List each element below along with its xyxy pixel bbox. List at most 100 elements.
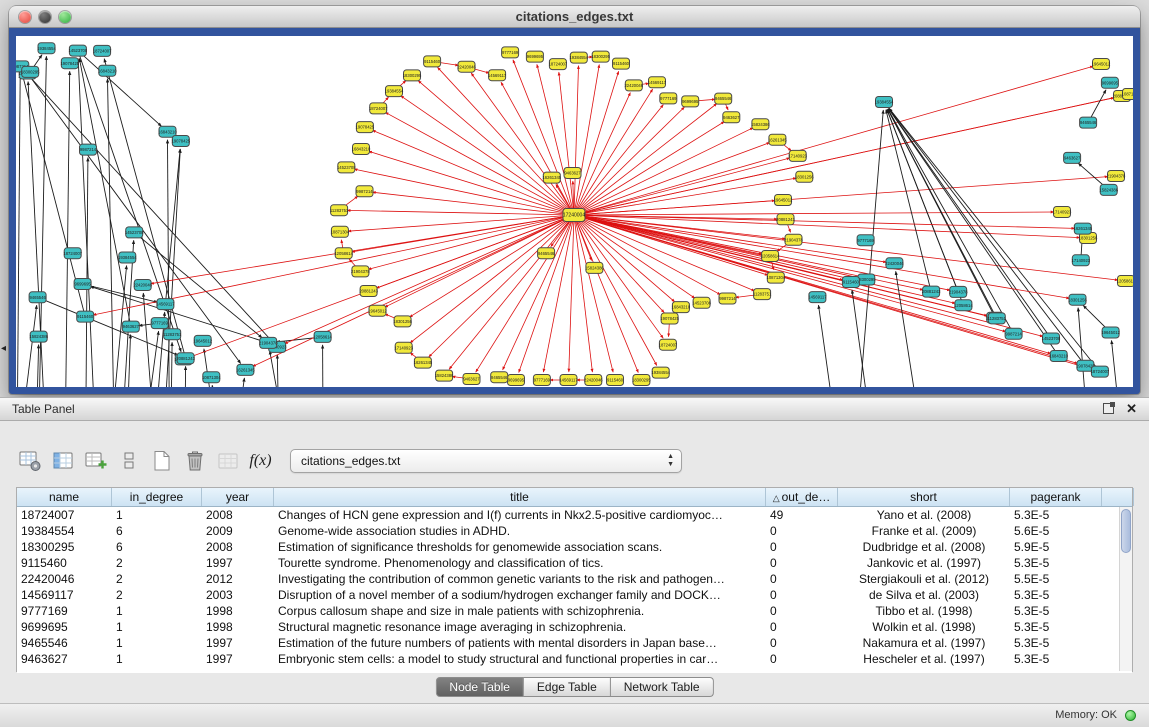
graph-edge[interactable]	[574, 215, 858, 278]
graph-edge[interactable]	[574, 178, 796, 215]
graph-edge[interactable]	[574, 215, 1118, 280]
graph-node[interactable]: 9777169	[151, 318, 168, 329]
cell[interactable]: Tourette syndrome. Phenomenology and cla…	[274, 555, 766, 571]
graph-edge[interactable]	[418, 81, 574, 215]
cell[interactable]: de Silva et al. (2003)	[838, 587, 1010, 603]
cell[interactable]: 5.3E-5	[1010, 555, 1102, 571]
graph-node[interactable]: 9987214	[1005, 328, 1022, 339]
graph-edge[interactable]	[108, 79, 115, 387]
table-mode-button[interactable]	[16, 448, 43, 475]
graph-edge[interactable]	[519, 215, 574, 373]
graph-edge[interactable]	[888, 109, 997, 318]
graph-node[interactable]: 9699695	[74, 279, 91, 290]
graph-node[interactable]: 20881243	[922, 286, 941, 297]
graph-node[interactable]: 15824386	[751, 119, 770, 130]
graph-edge[interactable]	[323, 345, 324, 387]
graph-node[interactable]: 14569117	[156, 299, 175, 310]
row-options-button[interactable]	[115, 448, 142, 475]
graph-edge[interactable]	[819, 305, 839, 387]
graph-edge[interactable]	[409, 215, 574, 317]
graph-edge[interactable]	[889, 108, 1086, 365]
graph-node[interactable]: 16261345	[1074, 223, 1093, 234]
graph-node[interactable]: 11283751	[330, 205, 349, 216]
graph-node[interactable]: 9777169	[533, 375, 550, 386]
cell[interactable]: 2003	[202, 587, 274, 603]
cell[interactable]: Estimation of the future numbers of pati…	[274, 635, 766, 651]
graph-node[interactable]: 19384554	[651, 367, 670, 378]
cell[interactable]: Corpus callosum shape and size in male p…	[274, 603, 766, 619]
cell[interactable]: 9463627	[17, 651, 112, 667]
cell[interactable]: 0	[766, 571, 838, 587]
graph-node[interactable]: 20881243	[776, 214, 795, 225]
graph-node[interactable]: 9987214	[356, 186, 373, 197]
cell[interactable]: 18724007	[17, 507, 112, 523]
graph-node[interactable]: 19384554	[385, 86, 404, 97]
cell[interactable]: 1	[112, 619, 202, 635]
close-window-button[interactable]	[19, 11, 31, 23]
graph-edge[interactable]	[574, 212, 1054, 215]
graph-node[interactable]: 19645012	[1092, 59, 1111, 70]
graph-node[interactable]: 19078425	[171, 136, 190, 147]
cell[interactable]: 1	[112, 651, 202, 667]
cell[interactable]: 0	[766, 635, 838, 651]
cell[interactable]: 9699695	[17, 619, 112, 635]
table-row[interactable]: 1938455462009Genome-wide association stu…	[17, 523, 1132, 539]
cell[interactable]: 6	[112, 523, 202, 539]
graph-node[interactable]: 9987214	[719, 293, 736, 304]
graph-node[interactable]: 14523708	[125, 227, 144, 238]
cell[interactable]: 18300295	[17, 539, 112, 555]
cell[interactable]: Nakamura et al. (1997)	[838, 635, 1010, 651]
graph-node[interactable]: 10871304	[202, 372, 221, 383]
graph-edge[interactable]	[19, 305, 36, 387]
graph-node[interactable]: 19645012	[774, 195, 793, 206]
cell[interactable]: 0	[766, 603, 838, 619]
graph-node[interactable]: 19384554	[37, 43, 56, 54]
cell[interactable]: 2008	[202, 507, 274, 523]
graph-node[interactable]: 20881243	[176, 353, 195, 364]
cell[interactable]: 2012	[202, 571, 274, 587]
cell[interactable]: Tibbo et al. (1998)	[838, 603, 1010, 619]
graph-node[interactable]: 16843210	[352, 144, 371, 155]
graph-node[interactable]: 18300295	[403, 70, 422, 81]
table-row[interactable]: 1456911722003Disruption of a novel membe…	[17, 587, 1132, 603]
cell[interactable]: 5.6E-5	[1010, 523, 1102, 539]
graph-node[interactable]: 9699695	[682, 96, 699, 107]
graph-edge[interactable]	[212, 385, 219, 387]
table-scrollbar[interactable]	[1119, 507, 1132, 671]
graph-node[interactable]: 9115460	[77, 311, 94, 322]
graph-node[interactable]: 19384554	[875, 97, 894, 108]
graph-node[interactable]: 9987214	[80, 144, 97, 155]
cell[interactable]: 0	[766, 651, 838, 667]
graph-node[interactable]: 11283751	[753, 289, 772, 300]
graph-node[interactable]: 9465546	[715, 93, 732, 104]
graph-node[interactable]: 9465546	[29, 292, 46, 303]
new-column-button[interactable]	[82, 448, 109, 475]
cell[interactable]: 6	[112, 539, 202, 555]
graph-edge[interactable]	[65, 71, 70, 387]
cell[interactable]: 0	[766, 555, 838, 571]
cell[interactable]: 0	[766, 619, 838, 635]
graph-edge[interactable]	[143, 331, 159, 387]
graph-edge[interactable]	[285, 215, 575, 344]
graph-node[interactable]: 9777169	[857, 235, 874, 246]
graph-node[interactable]: 18301256	[393, 316, 412, 327]
cell[interactable]: 2	[112, 555, 202, 571]
graph-node[interactable]: 14523708	[692, 297, 711, 308]
graph-edge[interactable]	[503, 215, 574, 370]
panel-collapse-arrow[interactable]: ◂	[1, 344, 6, 354]
graph-edge[interactable]	[888, 109, 1014, 334]
column-header-filler[interactable]	[1102, 488, 1134, 506]
column-header-title[interactable]: title	[274, 488, 766, 506]
cell[interactable]: 5.3E-5	[1010, 635, 1102, 651]
graph-edge[interactable]	[574, 215, 1070, 298]
graph-node[interactable]: 11283751	[988, 313, 1007, 324]
cell[interactable]: 1	[112, 603, 202, 619]
zoom-window-button[interactable]	[59, 11, 71, 23]
graph-node[interactable]: 16261345	[768, 134, 787, 145]
graph-node[interactable]: 15824386	[435, 370, 454, 381]
cell[interactable]: 0	[766, 539, 838, 555]
graph-node[interactable]: 18724007	[659, 339, 678, 350]
cell[interactable]: 1997	[202, 635, 274, 651]
graph-edge[interactable]	[574, 215, 638, 373]
graph-node[interactable]: 18300295	[21, 66, 40, 77]
